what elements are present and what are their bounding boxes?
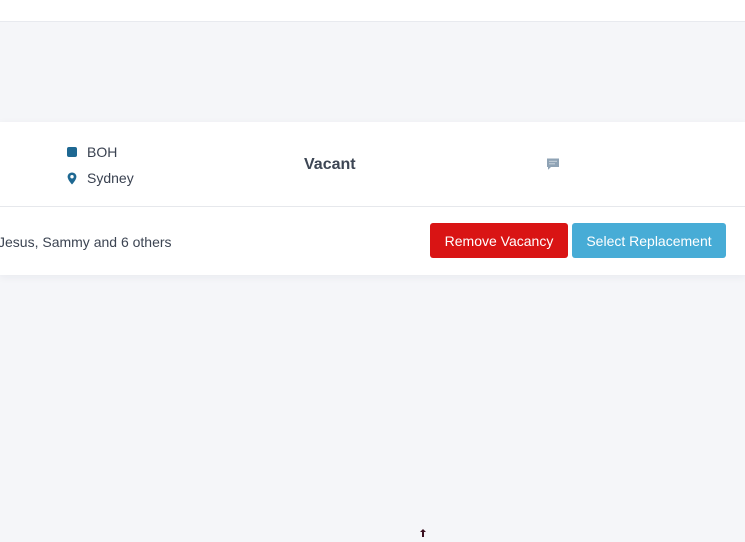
vacancy-card-header: BOH Sydney Vacant (0, 122, 745, 207)
department-icon (66, 147, 77, 158)
remove-vacancy-button[interactable]: Remove Vacancy (430, 223, 568, 258)
department-label: BOH (87, 144, 118, 160)
vacancy-card: BOH Sydney Vacant Jesus, Sammy and 6 oth… (0, 122, 745, 275)
department-row: BOH (66, 144, 117, 160)
assignees-summary: Jesus, Sammy and 6 others (0, 234, 172, 250)
comment-icon[interactable] (546, 157, 560, 171)
location-row: Sydney (66, 170, 134, 186)
select-replacement-button[interactable]: Select Replacement (572, 223, 726, 258)
vacancy-card-footer: Jesus, Sammy and 6 others Remove Vacancy… (0, 207, 745, 275)
shift-status: Vacant (304, 156, 356, 173)
map-pin-icon (66, 172, 77, 184)
top-bar (0, 0, 745, 22)
move-cursor-icon (417, 524, 429, 537)
location-label: Sydney (87, 170, 134, 186)
